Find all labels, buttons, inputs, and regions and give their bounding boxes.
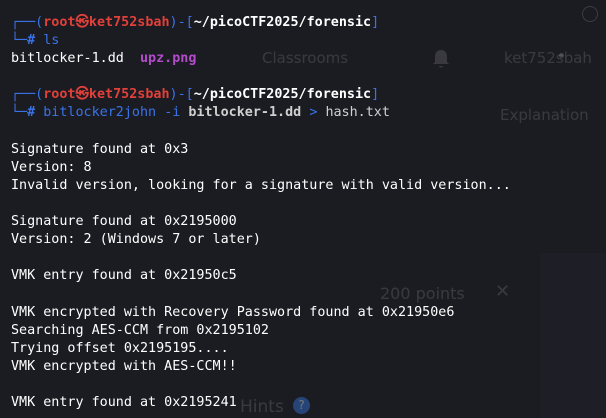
output-line: VMK entry found at 0x21950c5 [11, 268, 237, 284]
command-line-1: └─# ls [11, 33, 60, 49]
output-line: Version: 2 (Windows 7 or later) [11, 232, 261, 248]
command-output: Signature found at 0x3 Version: 8 Invalid … [11, 141, 606, 412]
output-line: Trying offset 0x2195195.... [11, 340, 229, 356]
output-line: VMK entry found at 0x2195241 [11, 394, 237, 410]
output-line: Invalid version, looking for a signature… [11, 177, 511, 193]
output-line: VMK encrypted with Recovery Password fou… [11, 304, 455, 320]
output-line: Signature found at 0x2195000 [11, 214, 237, 230]
command-ls: ls [43, 33, 60, 49]
command-bitlocker2john: bitlocker2john [43, 105, 157, 121]
prompt-line-1: ┌──(root㉿ket752sbah)-[~/picoCTF2025/fore… [11, 15, 380, 30]
prompt-path: ~/picoCTF2025/forensic [193, 15, 372, 30]
file-bitlocker-dd: bitlocker-1.dd [11, 51, 124, 67]
terminal-output: ┌──(root㉿ket752sbah)-[~/picoCTF2025/fore… [11, 14, 606, 412]
command-line-2: └─# bitlocker2john -i bitlocker-1.dd > h… [11, 105, 390, 121]
output-line: Version: 8 [11, 159, 92, 175]
file-upz-png: upz.png [140, 51, 197, 67]
ls-output: bitlocker-1.dd upz.png [11, 50, 606, 68]
output-line: Searching AES-CCM from 0x2195102 [11, 322, 269, 338]
output-line: Signature found at 0x3 [11, 141, 189, 157]
output-line: VMK encrypted with AES-CCM!! [11, 358, 237, 374]
prompt-line-2: ┌──(root㉿ket752sbah)-[~/picoCTF2025/fore… [11, 87, 380, 103]
